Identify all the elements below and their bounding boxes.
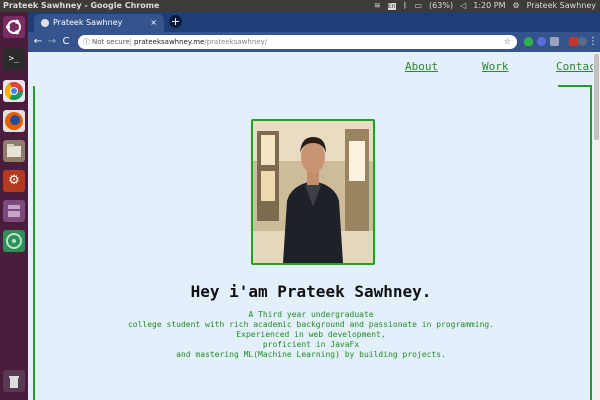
user-name[interactable]: Prateek Sawhney xyxy=(527,0,596,12)
extension-icon[interactable] xyxy=(537,37,546,46)
wifi-icon[interactable]: ≋ xyxy=(374,0,381,12)
keyboard-layout-icon[interactable]: En xyxy=(387,2,396,10)
nav-link-about[interactable]: About xyxy=(405,60,438,73)
system-tray: ≋ En ᛒ ▭ (63%) ◁ 1:20 PM ⚙ Prateek Sawhn… xyxy=(374,0,596,12)
url-path: /prateeksawhney/ xyxy=(204,38,268,46)
tab-title: Prateek Sawhney xyxy=(53,18,123,27)
ubuntu-software-icon[interactable] xyxy=(3,230,25,252)
terminal-icon[interactable]: >_ xyxy=(3,48,25,70)
window-title: Prateek Sawhney - Google Chrome xyxy=(3,1,160,10)
files-icon[interactable] xyxy=(3,140,25,162)
browser-window: Prateek Sawhney × + ← → C ⓘ Not secure p… xyxy=(28,12,600,400)
gear-icon[interactable]: ⚙ xyxy=(512,0,519,12)
bluetooth-icon[interactable]: ᛒ xyxy=(403,0,408,12)
bio-line: college student with rich academic backg… xyxy=(127,320,495,329)
nav-link-work[interactable]: Work xyxy=(482,60,509,73)
bio-paragraph: A Third year undergraduate college stude… xyxy=(28,310,594,360)
profile-photo xyxy=(251,119,375,265)
scrollbar[interactable] xyxy=(593,52,600,400)
bio-line: A Third year undergraduate xyxy=(248,310,374,319)
reload-button[interactable]: C xyxy=(59,32,73,52)
volume-icon[interactable]: ◁ xyxy=(460,0,466,12)
battery-icon[interactable]: ▭ xyxy=(414,0,422,12)
bookmark-star-icon[interactable]: ☆ xyxy=(504,35,511,49)
back-button[interactable]: ← xyxy=(31,32,45,52)
chrome-icon[interactable] xyxy=(3,80,25,102)
browser-toolbar: ← → C ⓘ Not secure prateeksawhney.me/pra… xyxy=(28,32,600,52)
running-indicator xyxy=(0,90,2,94)
system-top-bar: Prateek Sawhney - Google Chrome ≋ En ᛒ ▭… xyxy=(0,0,600,12)
url-host: prateeksawhney.me xyxy=(134,38,205,46)
forward-button[interactable]: → xyxy=(45,32,59,52)
chrome-menu-icon[interactable]: ⋮ xyxy=(588,32,598,52)
clock[interactable]: 1:20 PM xyxy=(473,0,505,12)
info-icon[interactable]: ⓘ xyxy=(83,35,90,49)
favicon-icon xyxy=(41,19,49,27)
page-heading: Hey i'am Prateek Sawhney. xyxy=(190,282,432,301)
address-bar[interactable]: ⓘ Not secure prateeksawhney.me/prateeksa… xyxy=(78,35,517,49)
new-tab-button[interactable]: + xyxy=(169,15,182,28)
url-text[interactable]: prateeksawhney.me/prateeksawhney/ xyxy=(134,35,267,49)
extension-icon[interactable] xyxy=(569,37,578,46)
tab-active[interactable]: Prateek Sawhney × xyxy=(34,14,164,32)
software-icon[interactable] xyxy=(3,200,25,222)
profile-avatar-icon[interactable] xyxy=(578,37,587,46)
firefox-icon[interactable] xyxy=(3,110,25,132)
settings-icon[interactable]: ⚙ xyxy=(3,170,25,192)
battery-percent[interactable]: (63%) xyxy=(429,0,453,12)
tab-strip: Prateek Sawhney × + xyxy=(28,12,600,32)
close-tab-icon[interactable]: × xyxy=(150,14,157,32)
trash-icon[interactable] xyxy=(3,370,25,392)
extension-icon[interactable] xyxy=(550,37,559,46)
bio-line: proficient in JavaFx xyxy=(262,340,360,349)
scrollbar-thumb[interactable] xyxy=(594,54,599,140)
border-line xyxy=(558,85,592,87)
web-page: About Work Contact Hey i'am Prateek Sawh… xyxy=(28,52,600,400)
app-launcher: >_ ⚙ xyxy=(0,12,28,400)
shield-extension-icon[interactable] xyxy=(524,37,533,46)
bio-line: and mastering ML(Machine Learning) by bu… xyxy=(176,350,446,359)
divider xyxy=(130,38,131,46)
security-label[interactable]: Not secure xyxy=(92,35,130,49)
ubuntu-dash-icon[interactable] xyxy=(3,16,25,38)
bio-line: Experienced in web development, xyxy=(236,330,386,339)
